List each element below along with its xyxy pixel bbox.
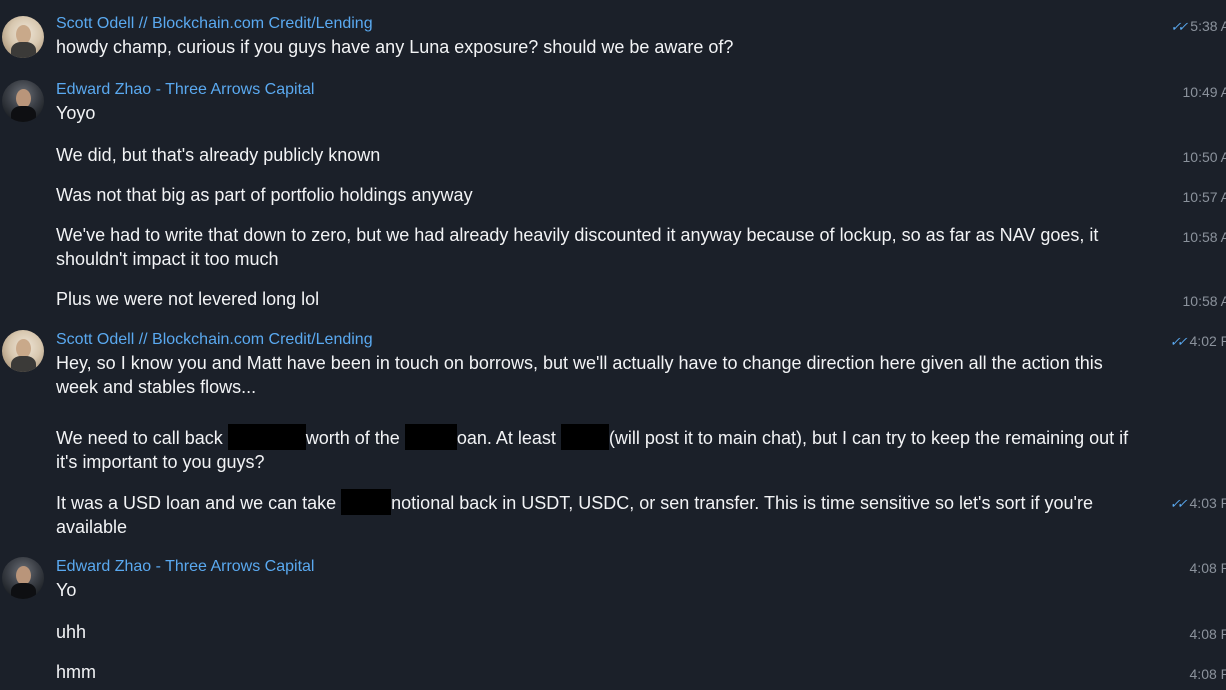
message-text: We need to call back worth of the oan. A…	[56, 424, 1141, 474]
avatar-edward-zhao[interactable]	[2, 557, 44, 599]
avatar-scott-odell[interactable]	[2, 330, 44, 372]
message-timestamp: 10:49 A	[1182, 84, 1226, 100]
message-text: Yoyo	[56, 103, 96, 123]
sender-name[interactable]: Scott Odell // Blockchain.com Credit/Len…	[56, 331, 373, 349]
message-text: hmm	[56, 662, 96, 682]
sender-name[interactable]: Edward Zhao - Three Arrows Capital	[56, 81, 314, 99]
message-timestamp: ✓✓ 4:02 P	[1169, 333, 1226, 349]
sender-name[interactable]: Edward Zhao - Three Arrows Capital	[56, 558, 314, 576]
sender-name[interactable]: Scott Odell // Blockchain.com Credit/Len…	[56, 15, 373, 33]
message-text: We've had to write that down to zero, bu…	[56, 225, 1104, 269]
avatar-scott-odell[interactable]	[2, 16, 44, 58]
message-timestamp: 4:08 P	[1189, 666, 1226, 682]
double-check-icon: ✓✓	[1169, 334, 1188, 349]
message-text: Plus we were not levered long lol	[56, 289, 320, 309]
message-timestamp: 10:57 A	[1182, 189, 1226, 205]
message-text: uhh	[56, 622, 87, 642]
message-text: howdy champ, curious if you guys have an…	[56, 37, 734, 57]
message-timestamp: ✓✓ 5:38 A	[1170, 18, 1226, 34]
message-timestamp: ✓✓ 4:03 P	[1169, 495, 1226, 511]
message-timestamp: 10:58 A	[1182, 229, 1226, 245]
redaction-block	[404, 424, 457, 450]
double-check-icon: ✓✓	[1169, 496, 1188, 511]
message-text: Hey, so I know you and Matt have been in…	[56, 353, 1108, 397]
message-text: We did, but that's already publicly know…	[56, 145, 381, 165]
redaction-block	[227, 424, 306, 450]
message-timestamp: 4:08 P	[1189, 626, 1226, 642]
message-text: Was not that big as part of portfolio ho…	[56, 185, 473, 205]
message-timestamp: 4:08 P	[1189, 560, 1226, 576]
redaction-block	[560, 424, 609, 450]
message-timestamp: 10:50 A	[1182, 149, 1226, 165]
double-check-icon: ✓✓	[1170, 19, 1189, 34]
redaction-block	[341, 489, 392, 515]
avatar-edward-zhao[interactable]	[2, 80, 44, 122]
message-text: It was a USD loan and we can take notion…	[56, 489, 1141, 539]
message-timestamp: 10:58 A	[1182, 293, 1226, 309]
message-text: Yo	[56, 580, 77, 600]
chat-history: Scott Odell // Blockchain.com Credit/Len…	[0, 0, 1226, 690]
